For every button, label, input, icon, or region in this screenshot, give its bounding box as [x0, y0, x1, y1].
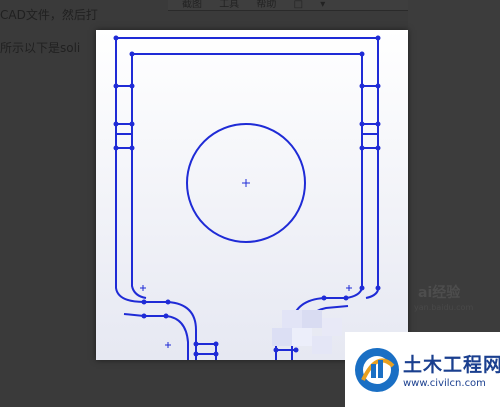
toolbar-item[interactable]: □	[294, 0, 303, 10]
image-viewer[interactable]	[96, 30, 408, 360]
toolbar-item[interactable]: 工具	[219, 0, 239, 10]
baidu-watermark-url: yan.baidu.com	[414, 303, 474, 312]
toolbar-item[interactable]: 帮助	[256, 0, 276, 10]
baidu-watermark: ai经验	[418, 285, 461, 301]
toolbar-item[interactable]: ▾	[320, 0, 325, 10]
logo-name: 土木工程网	[403, 354, 500, 376]
background-text-line: 所示以下是soli	[0, 41, 81, 55]
logo-url: www.civilcn.com	[403, 378, 486, 389]
site-logo[interactable]: 土木工程网 www.civilcn.com	[345, 332, 500, 407]
cad-sketch	[96, 30, 408, 360]
background-text-line: CAD文件，然后打	[0, 8, 98, 22]
civilcn-logo-icon	[355, 348, 399, 392]
toolbar-item[interactable]: 截图	[182, 0, 202, 10]
